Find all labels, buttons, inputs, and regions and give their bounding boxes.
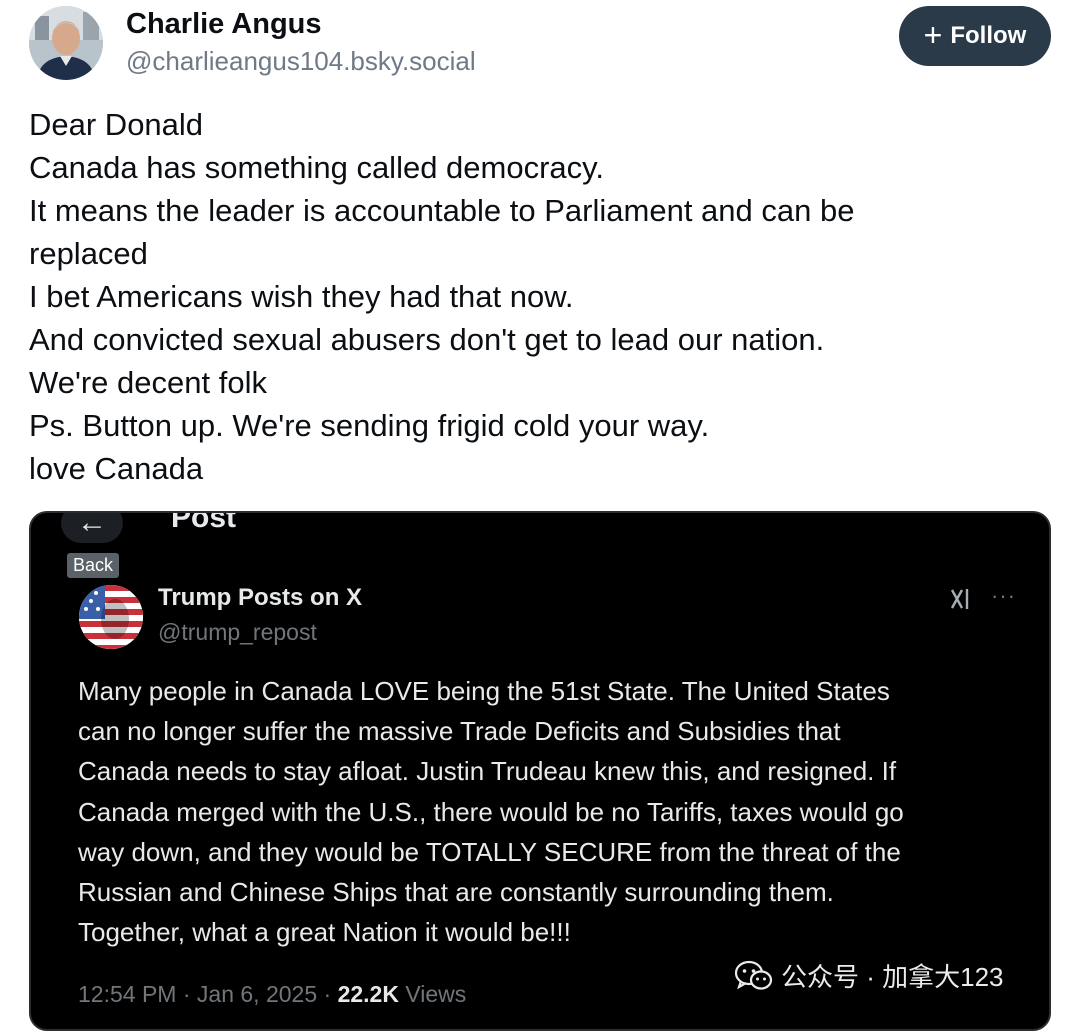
watermark-text: 公众号 · 加拿大123 (781, 962, 1004, 992)
post-line: We're decent folk (29, 365, 267, 400)
author-avatar[interactable] (29, 6, 103, 80)
embed-post-text: Many people in Canada LOVE being the 51s… (78, 671, 1028, 952)
embed-views-label: Views (405, 981, 467, 1007)
back-arrow-icon: ← (61, 513, 123, 543)
embed-date: Jan 6, 2025 (196, 981, 318, 1007)
embed-text-line: can no longer suffer the massive Trade D… (78, 716, 841, 747)
embed-text-line: way down, and they would be TOTALLY SECU… (78, 836, 901, 867)
grok-icon (950, 589, 969, 609)
embedded-image[interactable]: ← Post Back Trump Posts on X @trump_repo… (29, 511, 1051, 1031)
embed-views-count: 22.2K (337, 981, 399, 1007)
meta-separator: · (323, 981, 332, 1007)
post-line: And convicted sexual abusers don't get t… (29, 322, 825, 357)
follow-button-label: Follow (950, 22, 1027, 49)
post-line: I bet Americans wish they had that now. (29, 279, 574, 314)
embed-text-line: Russian and Chinese Ships that are const… (78, 877, 834, 908)
embed-header-title: Post (171, 511, 237, 534)
profile-photo-icon (29, 6, 103, 80)
embed-time: 12:54 PM (78, 981, 177, 1007)
plus-icon: + (923, 16, 943, 53)
embed-text-line: Canada merged with the U.S., there would… (78, 796, 904, 827)
post-line: It means the leader is accountable to Pa… (29, 193, 855, 228)
embed-text-line: Many people in Canada LOVE being the 51s… (78, 676, 890, 706)
flag-face-icon (79, 585, 143, 649)
watermark: 公众号 · 加拿大123 (735, 957, 1004, 994)
post-line: replaced (29, 236, 148, 271)
post-line: Ps. Button up. We're sending frigid cold… (29, 408, 710, 443)
author-name[interactable]: Charlie Angus (126, 8, 322, 41)
post-header: Charlie Angus @charlieangus104.bsky.soci… (29, 6, 1051, 80)
post-line: Dear Donald (29, 107, 204, 142)
embed-text-line: Together, what a great Nation it would b… (78, 917, 571, 948)
post-line: love Canada (29, 451, 204, 486)
meta-separator: · (182, 981, 191, 1007)
embed-author-name: Trump Posts on X (158, 584, 363, 611)
follow-button[interactable]: + Follow (899, 6, 1051, 66)
post-line: Canada has something called democracy. (29, 150, 604, 185)
more-options-icon: ··· (991, 583, 1016, 608)
post-text: Dear Donald Canada has something called … (29, 103, 1029, 490)
wechat-icon (735, 960, 773, 990)
embed-text-line: Canada needs to stay afloat. Justin Trud… (78, 756, 897, 787)
embed-post-meta: 12:54 PM · Jan 6, 2025 · 22.2K Views (78, 981, 466, 1008)
back-tooltip: Back (67, 553, 120, 578)
embed-author-avatar (79, 585, 143, 649)
author-handle[interactable]: @charlieangus104.bsky.social (126, 46, 476, 77)
embed-author-handle: @trump_repost (158, 619, 317, 645)
